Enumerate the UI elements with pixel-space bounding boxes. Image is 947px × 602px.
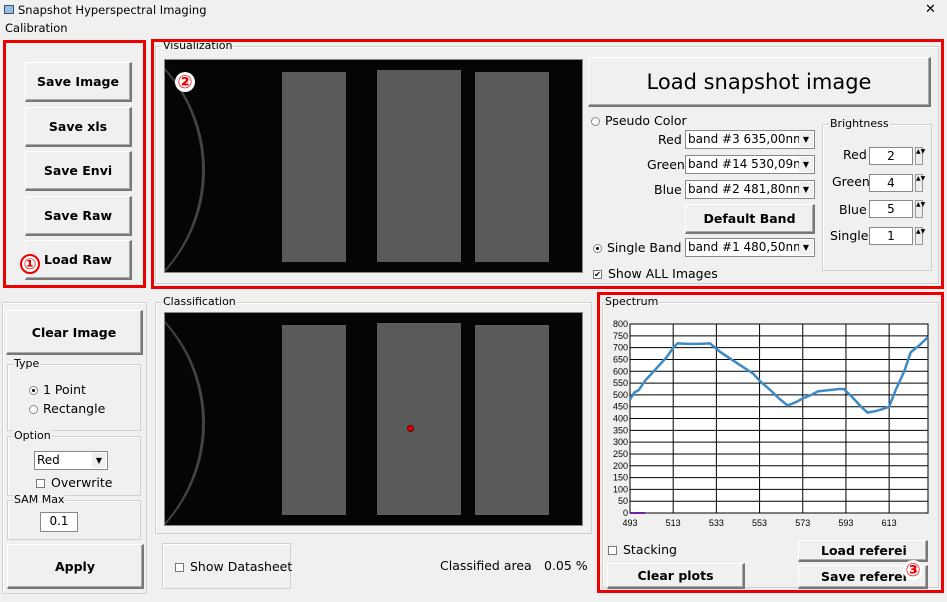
annotation-3: ③ bbox=[903, 560, 923, 581]
radio-icon bbox=[29, 386, 38, 395]
type-group: Type bbox=[7, 357, 141, 431]
sample-strip bbox=[475, 325, 549, 515]
classified-area-value: 0.05 % bbox=[544, 558, 588, 573]
app-icon bbox=[4, 5, 14, 14]
overwrite-checkbox[interactable]: Overwrite bbox=[36, 475, 113, 490]
checkbox-icon bbox=[175, 563, 184, 572]
close-button[interactable]: ✕ bbox=[925, 2, 936, 17]
sam-max-title: SAM Max bbox=[13, 493, 66, 506]
menu-calibration[interactable]: Calibration bbox=[5, 21, 68, 35]
annotation-box-1 bbox=[3, 40, 146, 288]
one-point-radio[interactable]: 1 Point bbox=[29, 382, 86, 397]
sam-max-input[interactable]: 0.1 bbox=[40, 512, 78, 532]
annotation-1: ① bbox=[20, 254, 40, 274]
checkbox-icon bbox=[36, 479, 45, 488]
classification-title: Classification bbox=[162, 295, 237, 308]
annotation-box-2 bbox=[151, 39, 944, 289]
apply-button[interactable]: Apply bbox=[7, 544, 144, 589]
option-title: Option bbox=[13, 429, 52, 442]
sample-strip bbox=[377, 323, 461, 515]
rectangle-radio[interactable]: Rectangle bbox=[29, 401, 105, 416]
selection-point-marker bbox=[407, 425, 414, 432]
option-select[interactable]: Red ▼ bbox=[34, 451, 108, 470]
classification-image[interactable] bbox=[164, 312, 583, 526]
sample-strip bbox=[282, 325, 346, 515]
radio-icon bbox=[29, 405, 38, 414]
classified-area-label: Classified area bbox=[440, 558, 532, 573]
annotation-box-3 bbox=[597, 292, 944, 593]
chevron-down-icon: ▼ bbox=[92, 453, 106, 468]
show-datasheet-checkbox[interactable]: Show Datasheet bbox=[175, 559, 292, 574]
type-title: Type bbox=[13, 357, 41, 370]
lens-edge bbox=[165, 313, 205, 525]
window-title: Snapshot Hyperspectral Imaging bbox=[18, 3, 207, 17]
clear-image-button[interactable]: Clear Image bbox=[6, 310, 143, 355]
